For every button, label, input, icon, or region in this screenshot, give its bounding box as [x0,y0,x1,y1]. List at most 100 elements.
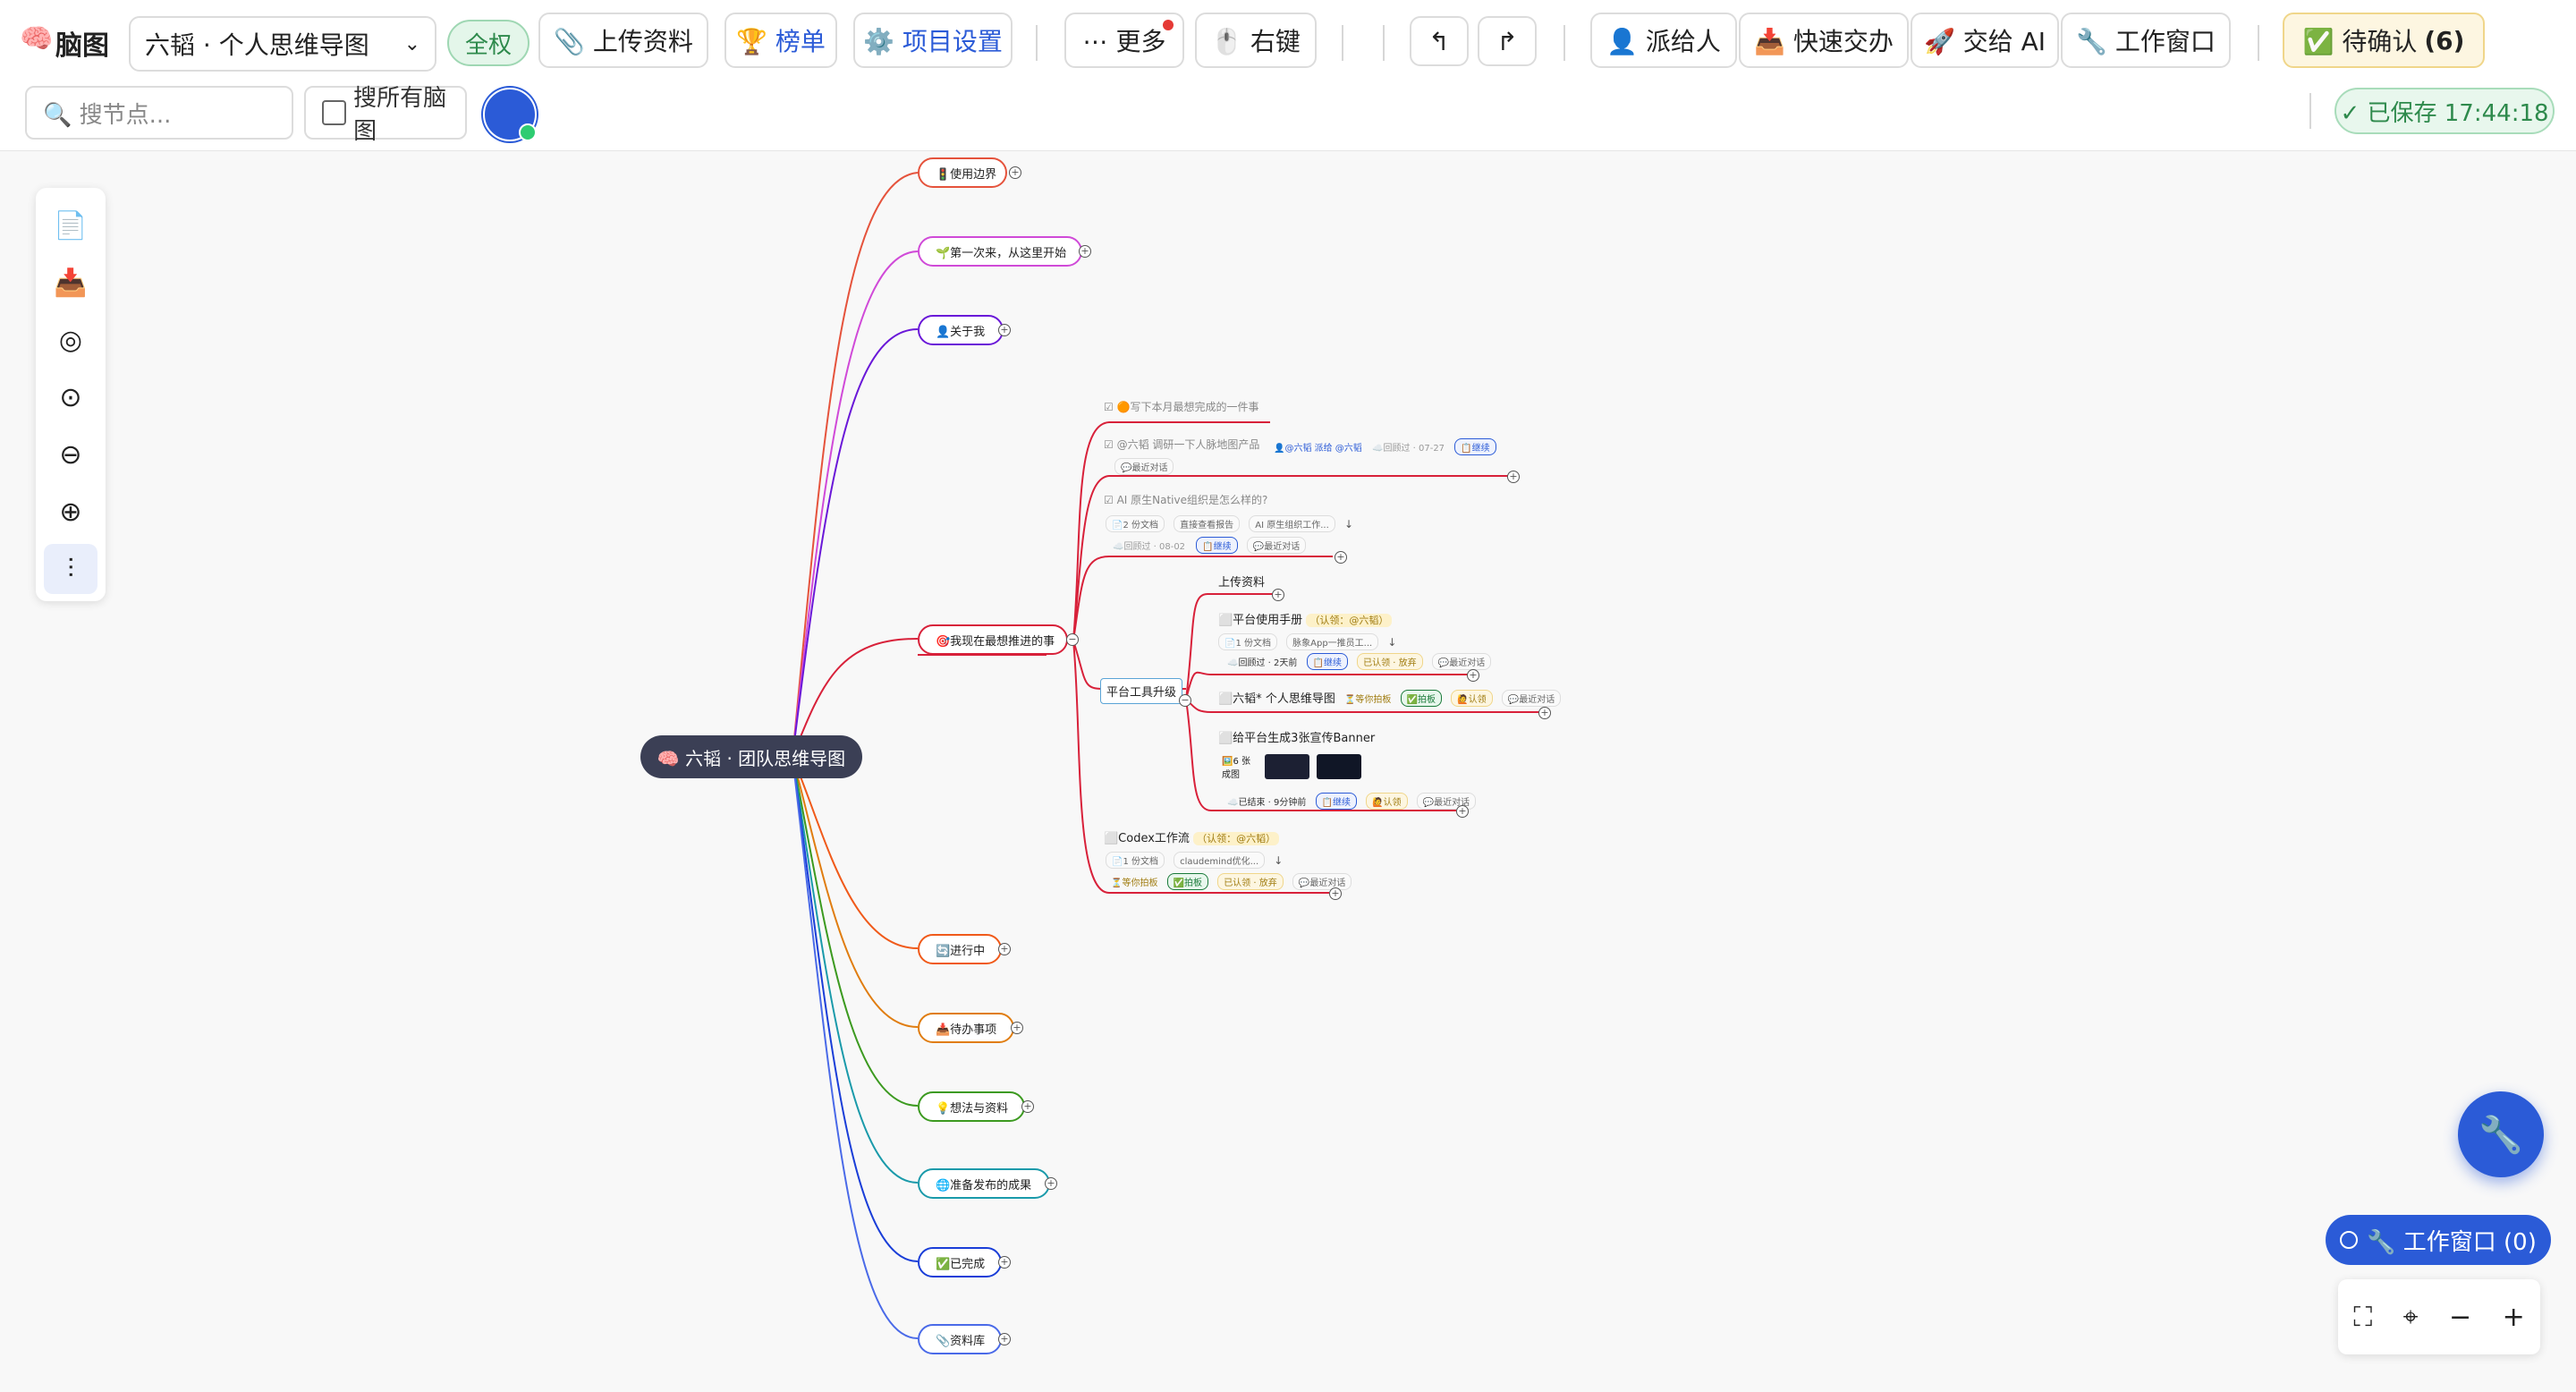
search-input[interactable]: 🔍 搜节点... [25,86,293,140]
work-window-pill[interactable]: 🔧 工作窗口 (0) [2326,1215,2551,1265]
collapse-toggle[interactable]: − [1179,694,1191,707]
banner-results-row: 🖼️6 张成图 [1222,753,1361,780]
banner-thumbnail[interactable] [1317,754,1361,779]
platform-node[interactable]: 平台工具升级 [1100,678,1183,704]
separator [1563,25,1565,61]
search-all-maps-toggle[interactable]: 搜所有脑图 [304,85,467,145]
task-node[interactable]: ☑ @六韬 调研一下人脉地图产品 [1104,437,1259,452]
assign-button[interactable]: 👤 派给人 [1590,13,1737,68]
expand-toggle[interactable]: + [1456,805,1469,818]
pending-confirm-button[interactable]: ✅ 待确认 (6) [2283,13,2485,68]
expand-toggle[interactable]: + [1011,1022,1023,1034]
doc-chip[interactable]: 脉象App一推员工... [1286,633,1379,650]
branch-completed[interactable]: ✅已完成 [918,1247,1002,1277]
zoom-controls: ⛶ ⌖ − + [2338,1279,2540,1354]
expand-toggle[interactable]: + [1467,669,1479,682]
expand-toggle[interactable]: + [1538,707,1551,719]
claim-tag[interactable]: 🙋认领 [1366,793,1408,810]
expand-toggle[interactable]: + [1009,166,1021,179]
checkbox[interactable] [322,100,347,125]
expand-toggle[interactable]: + [1335,551,1347,564]
branch-todo[interactable]: 📥待办事项 [918,1013,1014,1043]
docs-count-tag[interactable]: 📄1 份文档 [1106,852,1165,869]
docs-count-tag[interactable]: 📄1 份文档 [1218,633,1277,650]
wrench-icon[interactable]: 🔧 [2458,1091,2544,1177]
upload-node[interactable]: 上传资料 [1218,573,1265,590]
branch-in-progress[interactable]: 🔄进行中 [918,934,1002,964]
ranking-button[interactable]: 🏆 榜单 [724,13,837,68]
task-meta-row: ☁️已结束 · 9分钟前 📋继续 🙋认领 💬最近对话 [1227,793,1481,810]
undo-button[interactable]: ↰ [1410,16,1469,66]
claim-status-tag[interactable]: 已认领 · 放弃 [1357,653,1423,670]
doc-chip[interactable]: claudemind优化... [1174,852,1266,869]
branch-usage-boundary[interactable]: 🚦使用边界 [918,157,1007,188]
manual-node[interactable]: ⬜平台使用手册 （认领：@六韬） [1218,610,1393,627]
expand-toggle[interactable]: + [1021,1100,1034,1113]
quick-handoff-button[interactable]: 📥 快速交办 [1739,13,1909,68]
continue-tag[interactable]: 📋继续 [1454,438,1496,455]
recent-chat-tag[interactable]: 💬最近对话 [1431,653,1492,670]
branch-library[interactable]: 📎资料库 [918,1324,1002,1354]
upload-button[interactable]: 📎 上传资料 [538,13,708,68]
right-click-button[interactable]: 🖱️ 右键 [1195,13,1317,68]
expand-toggle[interactable]: + [1329,887,1342,900]
continue-tag[interactable]: 📋继续 [1315,793,1357,810]
recent-chat-tag[interactable]: 💬最近对话 [1114,458,1174,475]
zoom-in-icon[interactable]: + [2503,1302,2525,1333]
expand-toggle[interactable]: + [1507,471,1520,483]
task-node[interactable]: ☑ AI 原生Native组织是怎么样的? [1104,492,1267,507]
doc-chip[interactable]: AI 原生组织工作... [1249,515,1335,532]
locate-icon[interactable]: ⌖ [2403,1302,2419,1333]
scope-pill[interactable]: 全权 [447,20,530,66]
branch-ideas[interactable]: 💡想法与资料 [918,1091,1025,1122]
download-icon[interactable]: ↓ [1387,636,1396,649]
app-logo: 🧠 [20,23,54,55]
separator [2258,25,2259,61]
download-icon[interactable]: ↓ [1274,854,1283,867]
notification-dot [1163,20,1174,30]
saved-status-badge: ✓ 已保存 17:44:18 [2334,88,2555,134]
avatar[interactable] [483,88,537,141]
banner-thumbnail[interactable] [1265,754,1309,779]
expand-toggle[interactable]: + [998,324,1011,336]
branch-first-time[interactable]: 🌱第一次来，从这里开始 [918,236,1082,267]
hand-to-ai-button[interactable]: 🚀 交给 AI [1911,13,2059,68]
recent-chat-tag[interactable]: 💬最近对话 [1246,537,1307,554]
expand-toggle[interactable]: + [1045,1177,1057,1190]
continue-tag[interactable]: 📋继续 [1306,653,1348,670]
personal-map-node[interactable]: ⬜六韬* 个人思维导图 ⏳等你拍板 ✅拍板 🙋认领 💬最近对话 [1218,689,1566,707]
task-node[interactable]: ☑ 🟠写下本月最想完成的一件事 [1104,399,1259,414]
root-node[interactable]: 🧠 六韬 · 团队思维导图 [640,735,862,778]
download-icon[interactable]: ↓ [1344,518,1353,530]
claim-status-tag[interactable]: 已认领 · 放弃 [1217,873,1284,890]
expand-toggle[interactable]: + [998,943,1011,955]
approve-tag[interactable]: ✅拍板 [1166,873,1209,890]
zoom-out-icon[interactable]: − [2449,1302,2471,1333]
doc-chip[interactable]: 直接查看报告 [1174,515,1241,532]
task-meta-row: 💬最近对话 [1114,458,1179,475]
map-select[interactable]: 六韬 · 个人思维导图 ⌄ [129,16,436,72]
work-window-button[interactable]: 🔧 工作窗口 [2061,13,2231,68]
expand-toggle[interactable]: + [1079,245,1091,258]
branch-to-publish[interactable]: 🌐准备发布的成果 [918,1168,1050,1199]
expand-toggle[interactable]: + [998,1256,1011,1269]
continue-tag[interactable]: 📋继续 [1196,537,1238,554]
collapse-toggle[interactable]: − [1066,633,1079,646]
branch-about-me[interactable]: 👤关于我 [918,315,1004,345]
claim-tag[interactable]: 🙋认领 [1451,690,1493,707]
review-date: ☁️回顾过 · 08-02 [1113,542,1186,552]
codex-node[interactable]: ⬜Codex工作流 （认领：@六韬） [1104,828,1280,845]
redo-button[interactable]: ↱ [1478,16,1537,66]
assignee-tag: 👤@六韬 派给 @六韬 [1274,444,1362,454]
banner-node[interactable]: ⬜给平台生成3张宣传Banner [1218,728,1375,745]
recent-chat-tag[interactable]: 💬最近对话 [1501,690,1562,707]
expand-toggle[interactable]: + [1272,589,1284,601]
docs-count-tag[interactable]: 📄2 份文档 [1106,515,1165,532]
recent-chat-tag[interactable]: 💬最近对话 [1292,873,1352,890]
fullscreen-icon[interactable]: ⛶ [2353,1302,2372,1333]
approve-tag[interactable]: ✅拍板 [1400,690,1443,707]
project-settings-button[interactable]: ⚙️ 项目设置 [853,13,1013,68]
branch-top-priority[interactable]: 🎯我现在最想推进的事 [918,624,1068,655]
app-title: 脑图 [55,30,109,62]
expand-toggle[interactable]: + [998,1333,1011,1345]
